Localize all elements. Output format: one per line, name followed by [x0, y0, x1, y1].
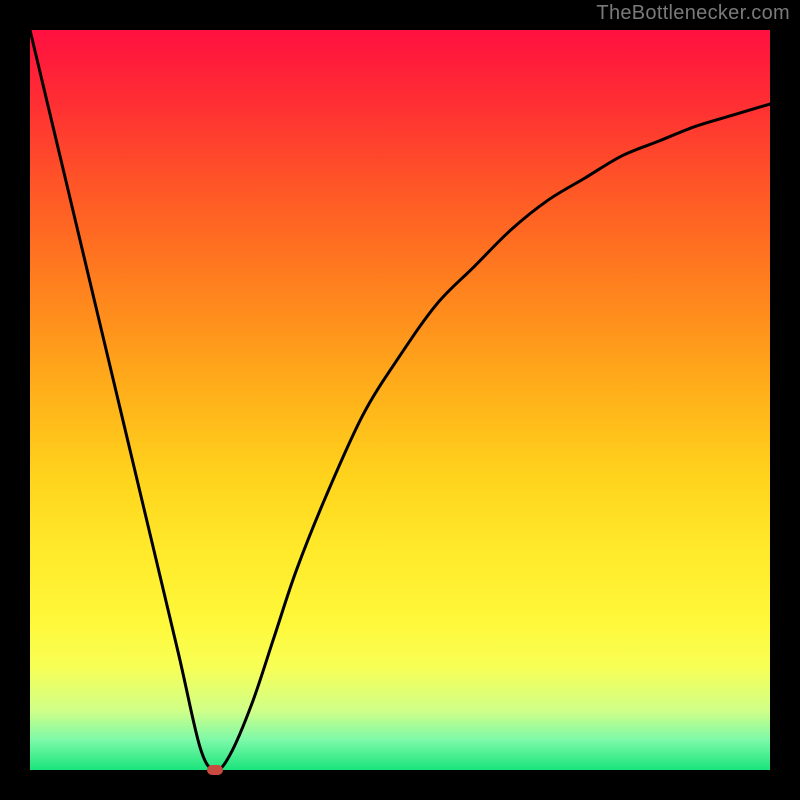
- curve-svg: [30, 30, 770, 770]
- bottleneck-curve-path: [30, 30, 770, 770]
- chart-frame: TheBottlenecker.com: [0, 0, 800, 800]
- plot-area: [30, 30, 770, 770]
- minimum-marker: [207, 765, 223, 775]
- watermark-text: TheBottlenecker.com: [596, 2, 790, 25]
